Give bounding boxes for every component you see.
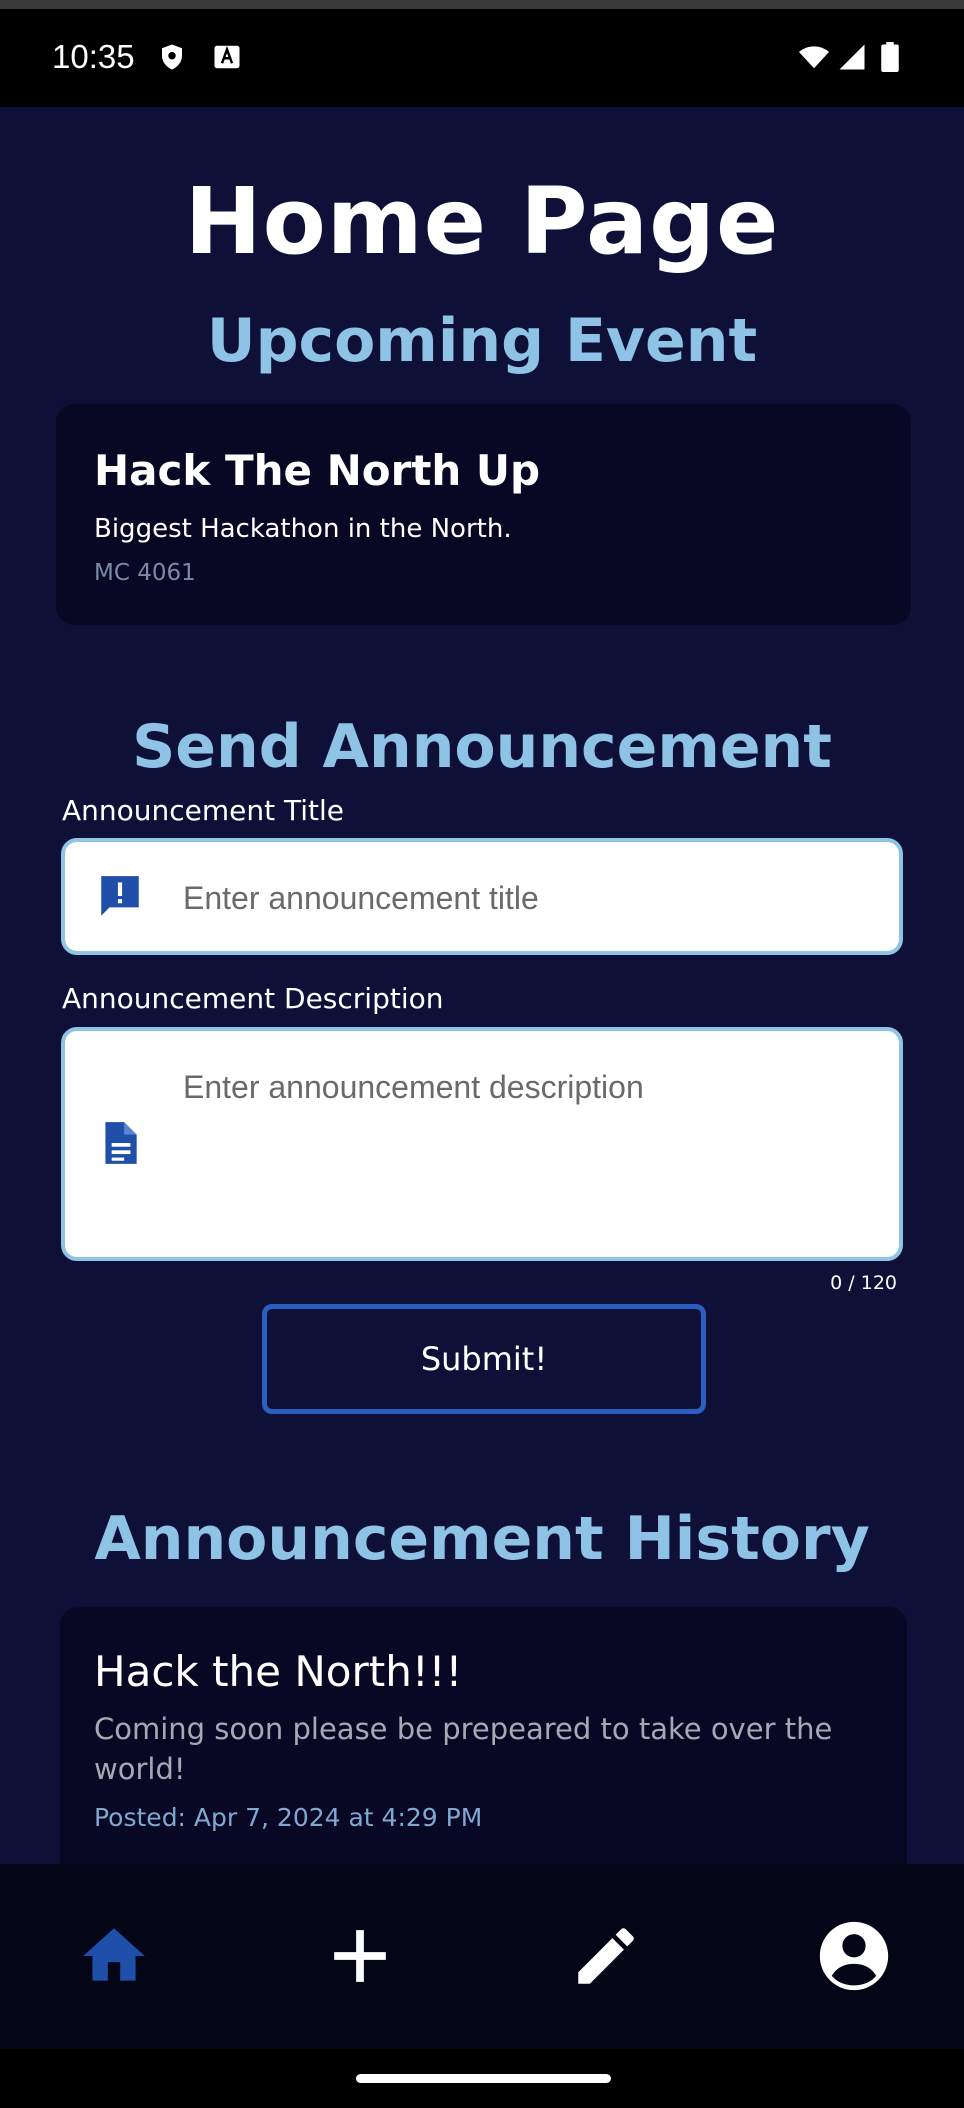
- home-gesture-handle[interactable]: [356, 2074, 611, 2083]
- submit-button[interactable]: Submit!: [262, 1304, 706, 1414]
- announcement-description-label: Announcement Description: [62, 982, 444, 1015]
- pencil-icon: [578, 1928, 634, 1984]
- status-bar-edge: [0, 0, 964, 9]
- announcement-history-item[interactable]: Hack the North!!! Coming soon please be …: [60, 1607, 907, 1867]
- announcement-history-heading: Announcement History: [94, 1504, 870, 1574]
- system-gesture-area: [0, 2049, 964, 2108]
- announcement-title-label: Announcement Title: [62, 794, 345, 827]
- history-item-title: Hack the North!!!: [94, 1647, 463, 1696]
- upcoming-event-card[interactable]: Hack The North Up Biggest Hackathon in t…: [56, 404, 911, 625]
- event-location: MC 4061: [94, 560, 196, 586]
- announcement-icon: [101, 876, 139, 916]
- upcoming-event-heading: Upcoming Event: [206, 306, 758, 376]
- character-counter: 0 / 120: [830, 1272, 897, 1294]
- announcement-title-input[interactable]: [183, 874, 879, 922]
- event-description: Biggest Hackathon in the North.: [94, 514, 512, 544]
- bottom-navigation: [0, 1864, 964, 2049]
- status-bar: 10:35: [0, 0, 964, 107]
- shield-icon: [162, 44, 182, 70]
- announcement-title-field[interactable]: [61, 838, 903, 955]
- plus-icon: [334, 1930, 386, 1982]
- wifi-icon: [799, 46, 829, 69]
- history-item-body: Coming soon please be prepeared to take …: [94, 1712, 833, 1786]
- battery-icon: [881, 42, 899, 72]
- nav-edit-button[interactable]: [564, 1914, 648, 1998]
- event-title: Hack The North Up: [94, 446, 541, 495]
- home-icon: [83, 1928, 145, 1981]
- nav-home-button[interactable]: [72, 1914, 156, 1998]
- status-time: 10:35: [52, 38, 135, 75]
- account-circle-icon: [819, 1921, 889, 1991]
- page-title: Home Page: [184, 168, 780, 275]
- document-icon: [105, 1122, 137, 1164]
- nav-profile-button[interactable]: [812, 1914, 896, 1998]
- cellular-signal-icon: [839, 44, 865, 70]
- announcement-description-field[interactable]: [61, 1027, 903, 1261]
- announcement-description-input[interactable]: [183, 1067, 879, 1227]
- nav-add-button[interactable]: [318, 1914, 402, 1998]
- font-a-icon: [214, 45, 240, 69]
- history-item-posted: Posted: Apr 7, 2024 at 4:29 PM: [94, 1803, 483, 1832]
- send-announcement-heading: Send Announcement: [132, 712, 832, 782]
